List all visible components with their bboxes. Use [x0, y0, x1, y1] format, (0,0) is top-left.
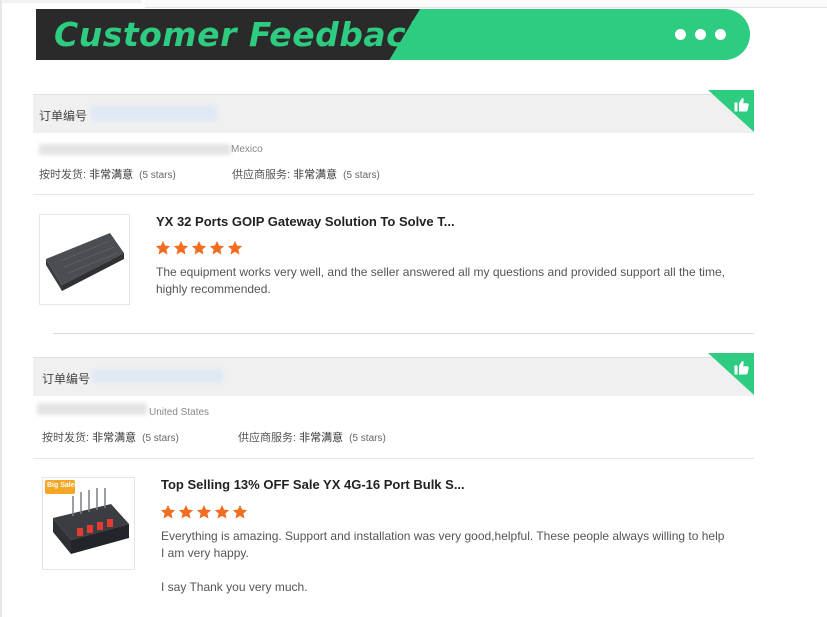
shipping-stars-text: (5 stars) [139, 170, 176, 181]
shipping-rating: 按时发货: 非常满意 (5 stars) [39, 166, 176, 182]
star-icon [155, 241, 171, 255]
supplier-value: 非常满意 [293, 169, 338, 181]
review-text: The equipment works very well, and the s… [156, 265, 725, 296]
more-options-icon[interactable] [675, 29, 726, 40]
window-top-strip [2, 0, 142, 3]
window-left-border [0, 0, 2, 617]
supplier-stars-text: (5 stars) [349, 433, 386, 444]
product-title-link[interactable]: YX 32 Ports GOIP Gateway Solution To Sol… [156, 214, 455, 229]
banner-title: Customer Feedback [54, 15, 429, 54]
star-rating [160, 504, 248, 520]
supplier-stars-text: (5 stars) [343, 170, 380, 181]
review-card-2: 订单编号 United States 按时发货: 非常满意 (5 stars) 供… [33, 353, 754, 607]
order-bar: 订单编号 [33, 357, 754, 396]
feedback-banner: Customer Feedback [36, 9, 750, 60]
review-card-1: 订单编号 Mexico 按时发货: 非常满意 (5 stars) 供应商服务: 非… [33, 90, 754, 334]
supplier-label: 供应商服务: [238, 432, 297, 444]
customer-country: United States [149, 407, 210, 418]
product-image[interactable] [39, 214, 130, 305]
customer-name-redacted [39, 144, 231, 155]
star-icon [227, 241, 243, 255]
sale-badge: Big Sale [47, 482, 75, 489]
review-text: Everything is amazing. Support and insta… [161, 529, 725, 594]
divider [33, 194, 754, 195]
star-icon [209, 241, 225, 255]
supplier-rating: 供应商服务: 非常满意 (5 stars) [232, 166, 380, 182]
order-bar: 订单编号 [33, 94, 754, 133]
star-icon [214, 505, 230, 519]
customer-country: Mexico [231, 144, 263, 155]
product-title-link[interactable]: Top Selling 13% OFF Sale YX 4G-16 Port B… [161, 477, 465, 492]
order-number-redacted [91, 105, 217, 121]
shipping-value: 非常满意 [92, 432, 137, 444]
shipping-label: 按时发货: [42, 432, 90, 444]
thumbs-up-icon [734, 97, 749, 112]
customer-name-redacted [37, 403, 147, 415]
order-number-redacted [93, 369, 223, 383]
gateway-device-image [46, 233, 124, 291]
star-icon [191, 241, 207, 255]
thumbs-up-icon [734, 360, 749, 375]
shipping-rating: 按时发货: 非常满意 (5 stars) [42, 429, 179, 445]
supplier-value: 非常满意 [299, 432, 344, 444]
shipping-stars-text: (5 stars) [142, 433, 179, 444]
star-icon [178, 505, 194, 519]
star-icon [160, 505, 176, 519]
star-icon [173, 241, 189, 255]
bulk-sms-device-image [45, 480, 129, 554]
shipping-label: 按时发货: [39, 169, 87, 181]
order-number-label: 订单编号 [39, 109, 88, 123]
shipping-value: 非常满意 [89, 169, 134, 181]
star-icon [196, 505, 212, 519]
star-rating [155, 240, 243, 256]
order-number-label: 订单编号 [42, 372, 91, 386]
card-divider [53, 333, 754, 334]
window-top-bar [145, 0, 827, 8]
supplier-label: 供应商服务: [232, 169, 291, 181]
divider [33, 458, 754, 459]
star-icon [232, 505, 248, 519]
supplier-rating: 供应商服务: 非常满意 (5 stars) [238, 429, 386, 445]
product-image[interactable]: Big Sale [42, 477, 135, 570]
